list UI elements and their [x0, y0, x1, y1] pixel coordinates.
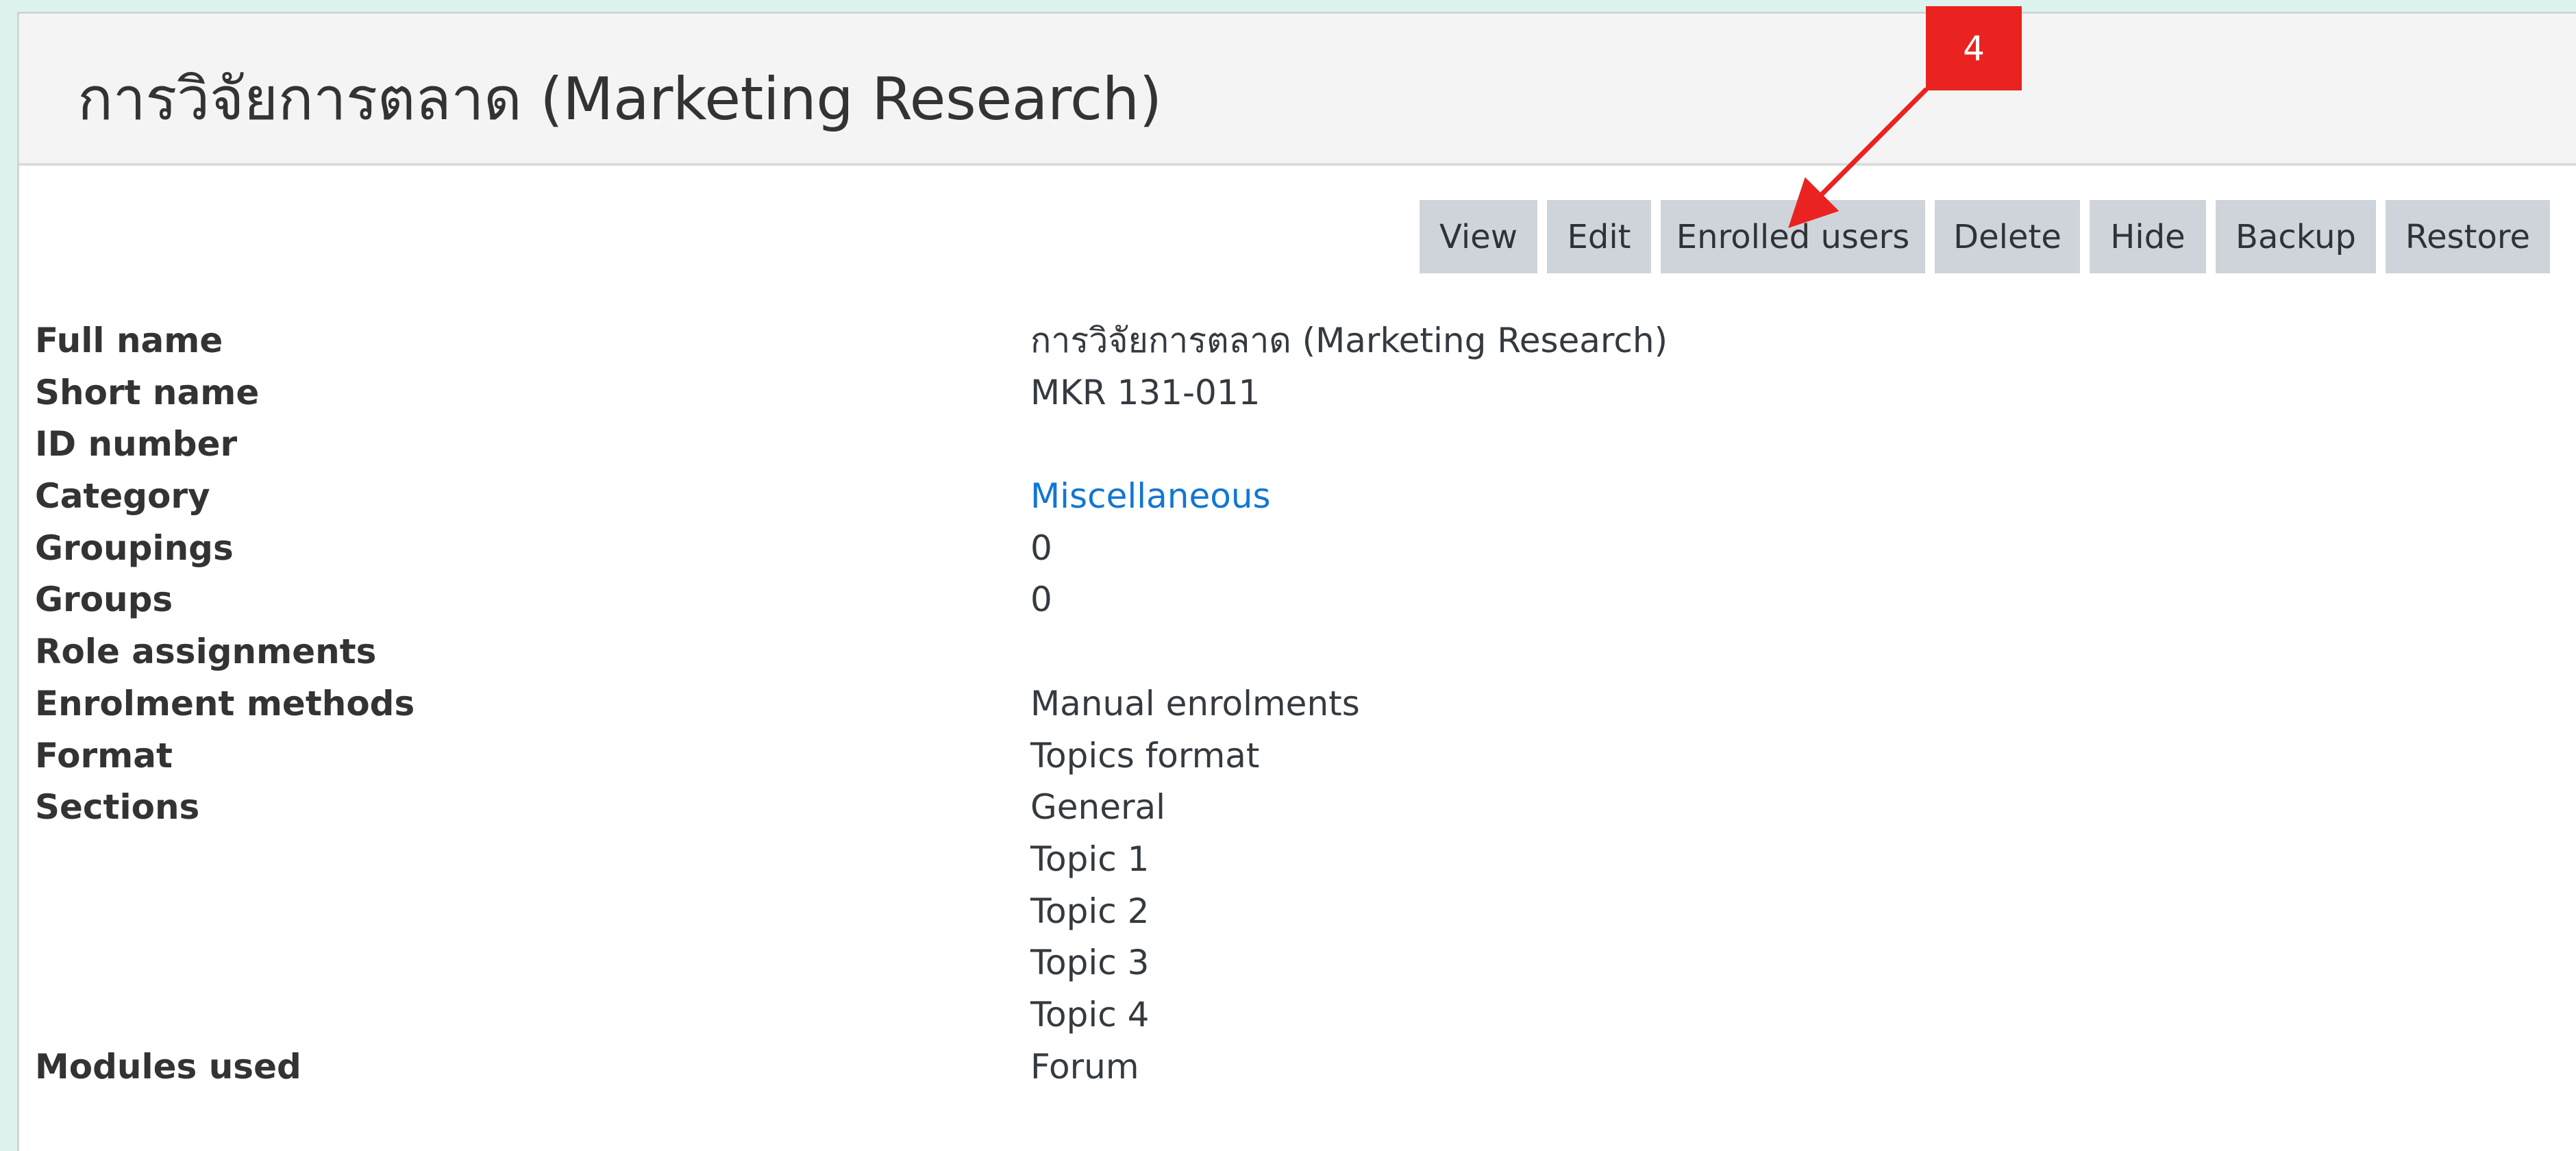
detail-value: Forum — [1030, 1046, 1139, 1087]
category-link[interactable]: Miscellaneous — [1030, 471, 1271, 523]
detail-value: 0 — [1030, 580, 1052, 620]
edit-button[interactable]: Edit — [1547, 200, 1651, 273]
view-button[interactable]: View — [1420, 200, 1537, 273]
detail-value: 0 — [1030, 528, 1052, 568]
detail-value: การวิจัยการตลาด (Marketing Research) — [1030, 321, 1668, 360]
detail-value: MKR 131-011 — [1030, 372, 1261, 412]
section-item: Topic 2 — [1030, 891, 1150, 931]
detail-label: Role assignments — [35, 632, 377, 672]
detail-label: Full name — [35, 321, 223, 360]
detail-label: Groups — [35, 580, 173, 620]
restore-button[interactable]: Restore — [2386, 200, 2550, 273]
detail-label: ID number — [35, 424, 238, 465]
page-header: การวิจัยการตลาด (Marketing Research) — [19, 14, 2576, 166]
course-action-buttons: View Edit Enrolled users Delete Hide Bac… — [1420, 200, 2550, 273]
detail-label: Enrolment methods — [35, 683, 415, 723]
detail-label: Category — [35, 476, 210, 517]
section-item: Topic 4 — [1030, 994, 1150, 1035]
section-item: Topic 3 — [1030, 943, 1150, 983]
page-title: การวิจัยการตลาด (Marketing Research) — [77, 65, 1162, 134]
course-window: การวิจัยการตลาด (Marketing Research) — [17, 12, 2576, 1151]
detail-label: Short name — [35, 372, 260, 412]
detail-label: Groupings — [35, 528, 234, 568]
detail-value: Manual enrolments — [1030, 683, 1360, 723]
delete-button[interactable]: Delete — [1935, 200, 2080, 273]
detail-label: Format — [35, 735, 173, 776]
detail-label: Modules used — [35, 1046, 301, 1087]
detail-label: Sections — [35, 787, 200, 828]
step-number-badge: 4 — [1926, 6, 2022, 90]
backup-button[interactable]: Backup — [2216, 200, 2376, 273]
detail-value: Topics format — [1030, 735, 1260, 776]
hide-button[interactable]: Hide — [2090, 200, 2206, 273]
enrolled-users-button[interactable]: Enrolled users — [1661, 200, 1925, 273]
section-item: General — [1030, 787, 1166, 828]
section-item: Topic 1 — [1030, 839, 1150, 879]
